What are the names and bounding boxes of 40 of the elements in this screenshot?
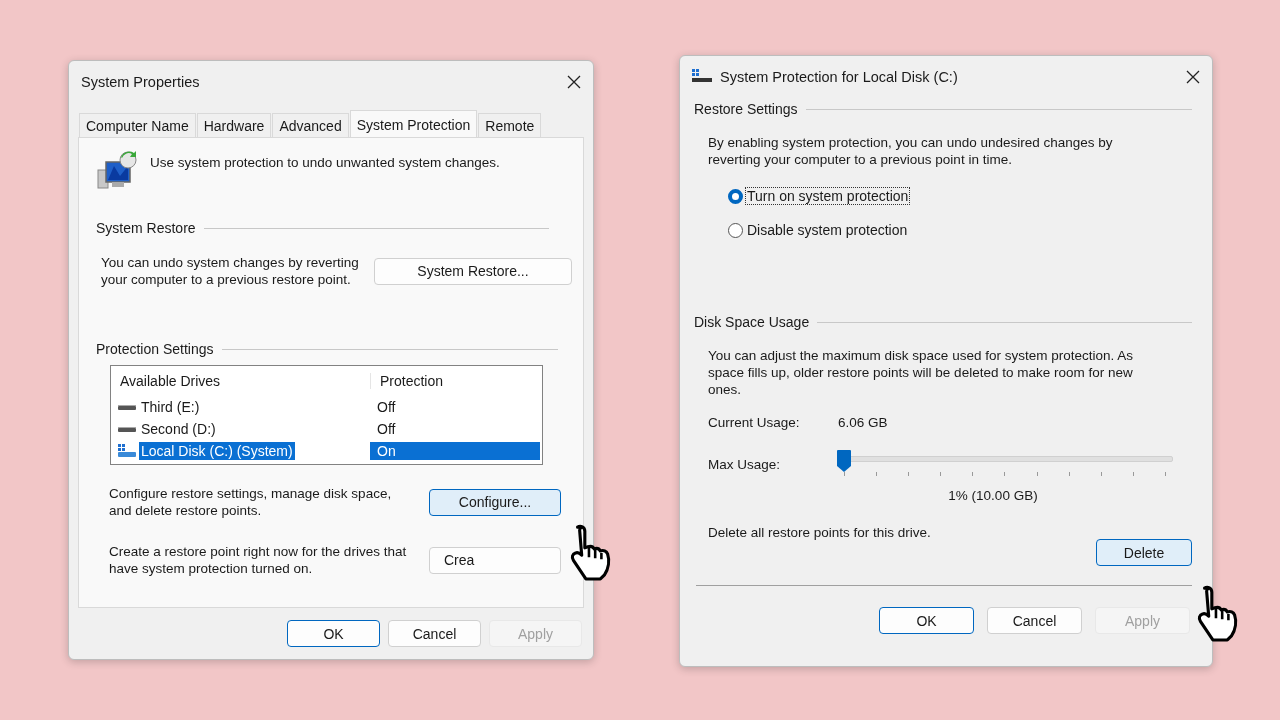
tab[interactable]: Remote	[478, 113, 542, 137]
description-text: You can adjust the maximum disk space used for system protection. As space fills up, older restore points will be deleted to make room for new ones.	[708, 347, 1134, 398]
column-header[interactable]: Available Drives	[111, 373, 371, 389]
drive-name[interactable]: Third (E:)	[139, 398, 202, 416]
tab[interactable]: System Protection	[349, 110, 478, 137]
create-button[interactable]: Crea	[429, 546, 561, 574]
tab[interactable]: Computer Name	[79, 113, 196, 137]
delete-button[interactable]: Delete	[1096, 539, 1192, 566]
max-usage-label: Max Usage:	[708, 456, 782, 472]
delete-text: Delete all restore points for this drive.	[708, 525, 931, 540]
max-usage-reading: 1% (10.00 GB)	[948, 488, 1038, 503]
drive-name[interactable]: Second (D:)	[139, 420, 218, 438]
protection-status: On	[370, 442, 540, 460]
current-usage-label: Current Usage:	[708, 415, 801, 430]
section-heading: Disk Space Usage	[694, 314, 810, 330]
section-heading: Restore Settings	[694, 101, 798, 117]
configure-text: Configure restore settings, manage disk space, and delete restore points.	[109, 485, 393, 519]
radio-option[interactable]: Disable system protection	[728, 221, 1192, 239]
description-text: By enabling system protection, you can undo undesired changes by reverting your computer to a previous point in time.	[708, 134, 1114, 168]
protection-status: Off	[376, 420, 397, 438]
dialog-button[interactable]: Cancel	[388, 620, 481, 647]
window-title: System Properties	[81, 74, 201, 90]
section-heading: Protection Settings	[96, 341, 214, 357]
tab[interactable]: Advanced	[272, 113, 349, 137]
window-title: System Protection for Local Disk (C:)	[720, 69, 959, 85]
system-restore-button[interactable]: System Restore...	[374, 257, 572, 285]
column-header[interactable]: Protection	[371, 373, 444, 389]
current-usage-value: 6.06 GB	[838, 415, 888, 430]
protection-status: Off	[376, 398, 397, 416]
drive-name[interactable]: Local Disk (C:) (System)	[139, 442, 295, 460]
radio-option[interactable]: Turn on system protection	[728, 187, 1192, 205]
system-restore-text: You can undo system changes by reverting your computer to a previous restore point.	[101, 254, 360, 288]
create-text: Create a restore point right now for the drives that have system protection turned on.	[109, 543, 408, 577]
dialog-button[interactable]: Cancel	[987, 607, 1082, 634]
dialog-button[interactable]: OK	[287, 620, 380, 647]
intro-text: Use system protection to undo unwanted system changes.	[150, 154, 500, 171]
dialog-button[interactable]: OK	[879, 607, 974, 634]
configure-button[interactable]: Configure...	[429, 488, 561, 516]
tab[interactable]: Hardware	[196, 113, 272, 137]
section-heading: System Restore	[96, 220, 196, 236]
